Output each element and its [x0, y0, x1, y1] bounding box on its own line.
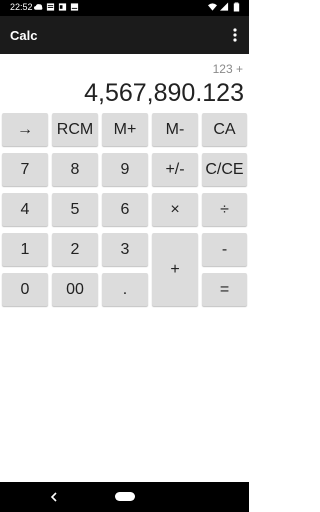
m-minus-button[interactable]: M-: [152, 113, 198, 146]
status-time: 22:52: [10, 2, 33, 12]
decimal-button[interactable]: .: [102, 273, 148, 306]
wifi-icon: [208, 3, 217, 11]
equals-button[interactable]: =: [202, 273, 247, 306]
ca-button[interactable]: CA: [202, 113, 247, 146]
plus-minus-button[interactable]: +/-: [152, 153, 198, 186]
notification-icon: [46, 3, 55, 11]
notification-icon: [70, 3, 79, 11]
double-zero-button[interactable]: 00: [52, 273, 98, 306]
four-button[interactable]: 4: [2, 193, 48, 226]
five-button[interactable]: 5: [52, 193, 98, 226]
notification-icon: [58, 3, 67, 11]
divide-button[interactable]: ÷: [202, 193, 247, 226]
signal-icon: [220, 2, 229, 11]
nine-button[interactable]: 9: [102, 153, 148, 186]
m-plus-button[interactable]: M+: [102, 113, 148, 146]
app-bar: Calc: [0, 16, 249, 54]
result-display: 4,567,890.123: [84, 79, 244, 107]
app-title: Calc: [10, 28, 38, 43]
status-bar: 22:52: [0, 0, 249, 16]
rcm-button[interactable]: RCM: [52, 113, 98, 146]
cloud-icon: [34, 4, 43, 10]
expression-display: 123 +: [212, 62, 243, 76]
zero-button[interactable]: 0: [2, 273, 48, 306]
one-button[interactable]: 1: [2, 233, 48, 266]
eight-button[interactable]: 8: [52, 153, 98, 186]
more-vert-icon[interactable]: [229, 26, 241, 44]
navigation-bar: [0, 482, 249, 512]
seven-button[interactable]: 7: [2, 153, 48, 186]
two-button[interactable]: 2: [52, 233, 98, 266]
six-button[interactable]: 6: [102, 193, 148, 226]
three-button[interactable]: 3: [102, 233, 148, 266]
back-icon[interactable]: [49, 490, 59, 504]
arrow-button[interactable]: →: [2, 113, 48, 146]
clear-entry-button[interactable]: C/CE: [202, 153, 247, 186]
minus-button[interactable]: -: [202, 233, 247, 266]
home-pill-icon[interactable]: [115, 492, 135, 501]
plus-button[interactable]: +: [152, 233, 198, 306]
multiply-button[interactable]: ×: [152, 193, 198, 226]
battery-icon: [233, 2, 240, 12]
